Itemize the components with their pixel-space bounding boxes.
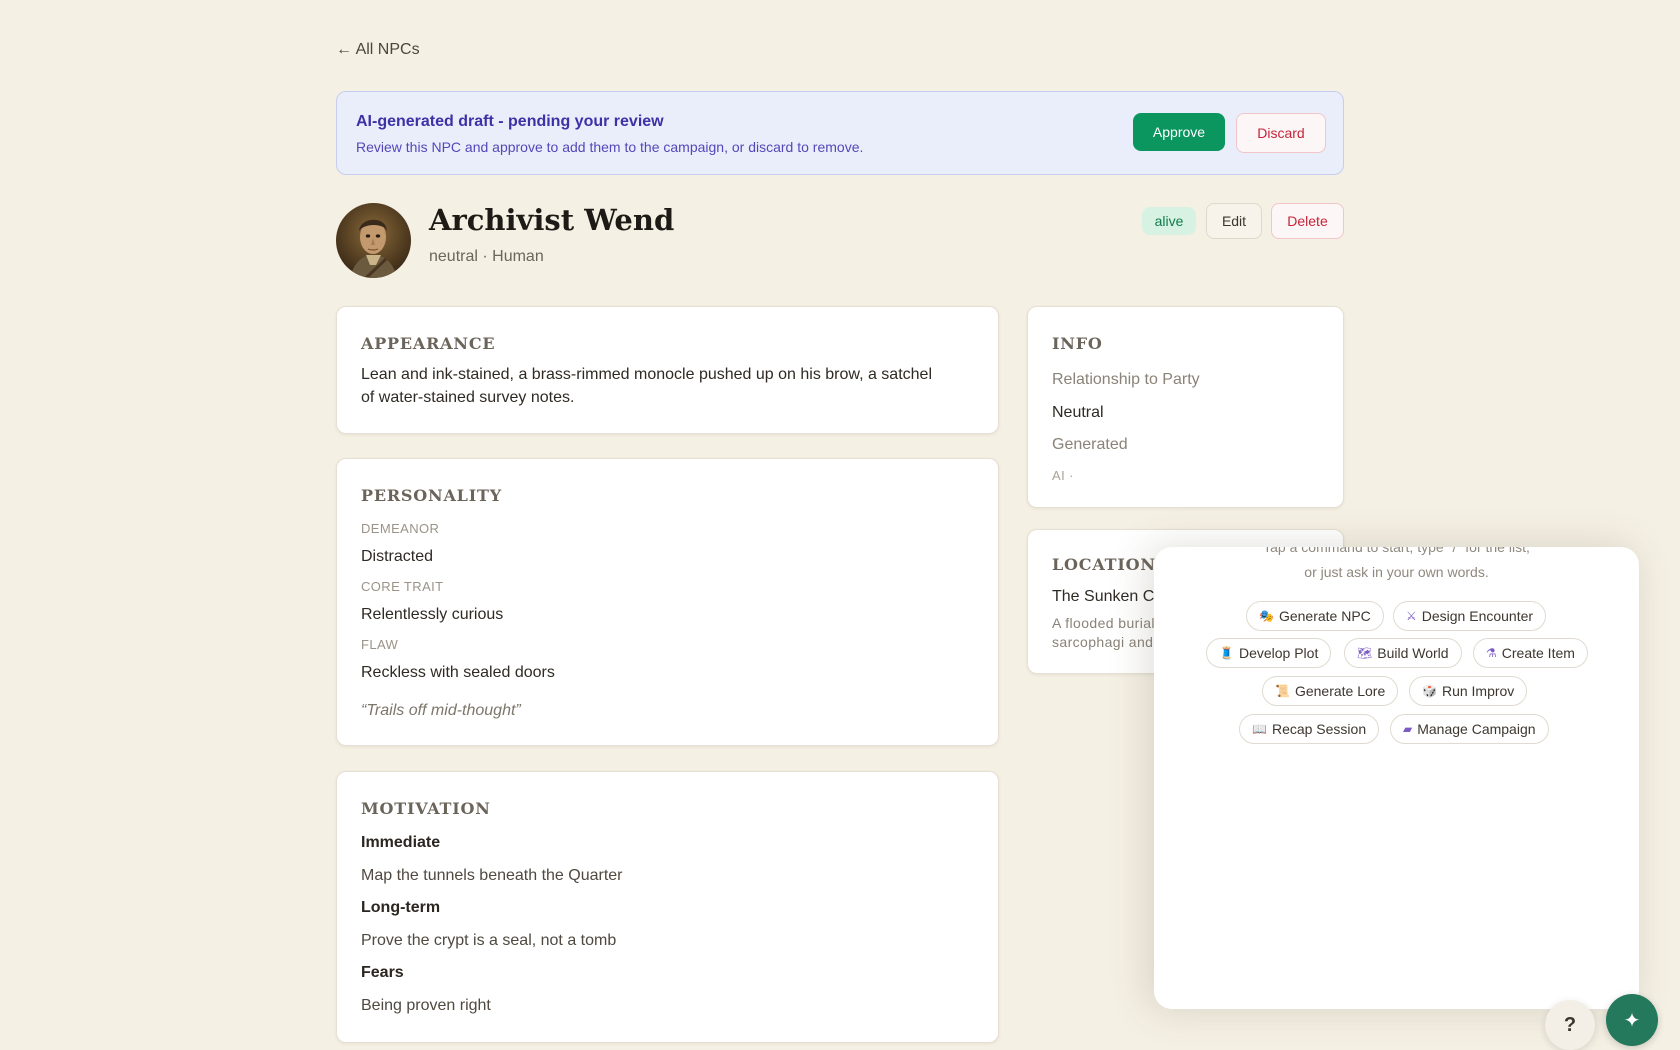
relationship-value: Neutral <box>1052 404 1104 421</box>
info-card: INFO Relationship to Party Neutral Gener… <box>1027 306 1344 508</box>
npc-name-heading: Archivist Wend <box>429 203 675 237</box>
book-icon: 📖 <box>1252 722 1267 736</box>
npc-alignment-race: neutral · Human <box>429 248 544 265</box>
alembic-icon: ⚗ <box>1486 646 1497 660</box>
command-label: Create Item <box>1501 645 1575 661</box>
assistant-chat-panel: Tap a command to start, type "/" for the… <box>1154 547 1639 1009</box>
assistant-hint-line-2: or just ask in your own words. <box>1304 564 1489 580</box>
personality-card: PERSONALITY DEMEANOR Distracted CORE TRA… <box>336 458 999 746</box>
flaw-label: FLAW <box>361 637 399 652</box>
appearance-title: APPEARANCE <box>361 334 496 353</box>
command-label: Develop Plot <box>1238 645 1319 661</box>
long-term-label: Long-term <box>361 899 441 916</box>
edit-button[interactable]: Edit <box>1206 203 1262 239</box>
back-to-npcs-link[interactable]: ← All NPCs <box>336 41 420 59</box>
motivation-title: MOTIVATION <box>361 799 491 818</box>
status-badge: alive <box>1142 207 1196 235</box>
command-design-encounter[interactable]: ⚔ Design Encounter <box>1393 601 1547 631</box>
banner-description: Review this NPC and approve to add them … <box>356 139 864 155</box>
demeanor-value: Distracted <box>361 548 434 565</box>
crossed-swords-icon: ⚔ <box>1406 609 1417 623</box>
location-name[interactable]: The Sunken C <box>1052 588 1154 606</box>
command-generate-npc[interactable]: 🎭 Generate NPC <box>1246 601 1384 631</box>
command-recap-session[interactable]: 📖 Recap Session <box>1239 714 1380 744</box>
personality-title: PERSONALITY <box>361 486 502 505</box>
thread-icon: 🧵 <box>1219 646 1234 660</box>
approve-button[interactable]: Approve <box>1133 113 1225 151</box>
command-label: Design Encounter <box>1421 608 1534 624</box>
map-icon: 🗺 <box>1357 646 1373 660</box>
banner-title: AI-generated draft - pending your review <box>356 113 664 130</box>
command-label: Generate NPC <box>1278 608 1371 624</box>
core-trait-value: Relentlessly curious <box>361 606 504 623</box>
info-title: INFO <box>1052 334 1103 353</box>
command-run-improv[interactable]: 🎲 Run Improv <box>1409 676 1528 706</box>
flaw-value: Reckless with sealed doors <box>361 664 555 681</box>
location-desc-line-1: A flooded burial <box>1052 615 1155 631</box>
command-label: Run Improv <box>1441 683 1515 699</box>
immediate-value: Map the tunnels beneath the Quarter <box>361 867 623 884</box>
appearance-card: APPEARANCE Lean and ink-stained, a brass… <box>336 306 999 434</box>
masks-icon: 🎭 <box>1259 609 1274 623</box>
npc-portrait-avatar <box>336 203 411 278</box>
command-manage-campaign[interactable]: ▰ Manage Campaign <box>1390 714 1549 744</box>
long-term-value: Prove the crypt is a seal, not a tomb <box>361 932 617 949</box>
delete-button[interactable]: Delete <box>1271 203 1344 239</box>
generated-label: Generated <box>1052 436 1128 453</box>
immediate-label: Immediate <box>361 834 441 851</box>
command-create-item[interactable]: ⚗ Create Item <box>1473 638 1588 668</box>
dice-icon: 🎲 <box>1422 684 1437 698</box>
help-button[interactable]: ? <box>1545 1000 1595 1050</box>
appearance-text-line-1: Lean and ink-stained, a brass-rimmed mon… <box>361 366 932 383</box>
scroll-icon: 📜 <box>1275 684 1290 698</box>
generated-value: AI · <box>1052 468 1074 483</box>
campaign-icon: ▰ <box>1403 722 1413 736</box>
relationship-label: Relationship to Party <box>1052 371 1200 388</box>
command-label: Manage Campaign <box>1417 721 1536 737</box>
command-label: Recap Session <box>1271 721 1367 737</box>
assistant-toggle-button[interactable]: ✦ <box>1606 994 1658 1046</box>
command-generate-lore[interactable]: 📜 Generate Lore <box>1262 676 1399 706</box>
command-develop-plot[interactable]: 🧵 Develop Plot <box>1206 638 1332 668</box>
command-label: Generate Lore <box>1294 683 1386 699</box>
sparkle-icon: ✦ <box>1623 1009 1641 1032</box>
location-desc-line-2: sarcophagi and <box>1052 634 1154 650</box>
command-build-world[interactable]: 🗺 Build World <box>1344 638 1462 668</box>
assistant-hint-line-1: Tap a command to start, type "/" for the… <box>1263 547 1530 555</box>
demeanor-label: DEMEANOR <box>361 521 440 536</box>
ai-draft-banner: AI-generated draft - pending your review… <box>336 91 1344 175</box>
location-title: LOCATION <box>1052 555 1156 574</box>
command-label: Build World <box>1377 645 1449 661</box>
core-trait-label: CORE TRAIT <box>361 579 444 594</box>
motivation-card: MOTIVATION Immediate Map the tunnels ben… <box>336 771 999 1043</box>
fears-label: Fears <box>361 964 404 981</box>
fears-value: Being proven right <box>361 997 491 1014</box>
appearance-text-line-2: of water-stained survey notes. <box>361 389 575 406</box>
discard-button[interactable]: Discard <box>1236 113 1326 153</box>
personality-quote: “Trails off mid-thought” <box>361 702 521 719</box>
